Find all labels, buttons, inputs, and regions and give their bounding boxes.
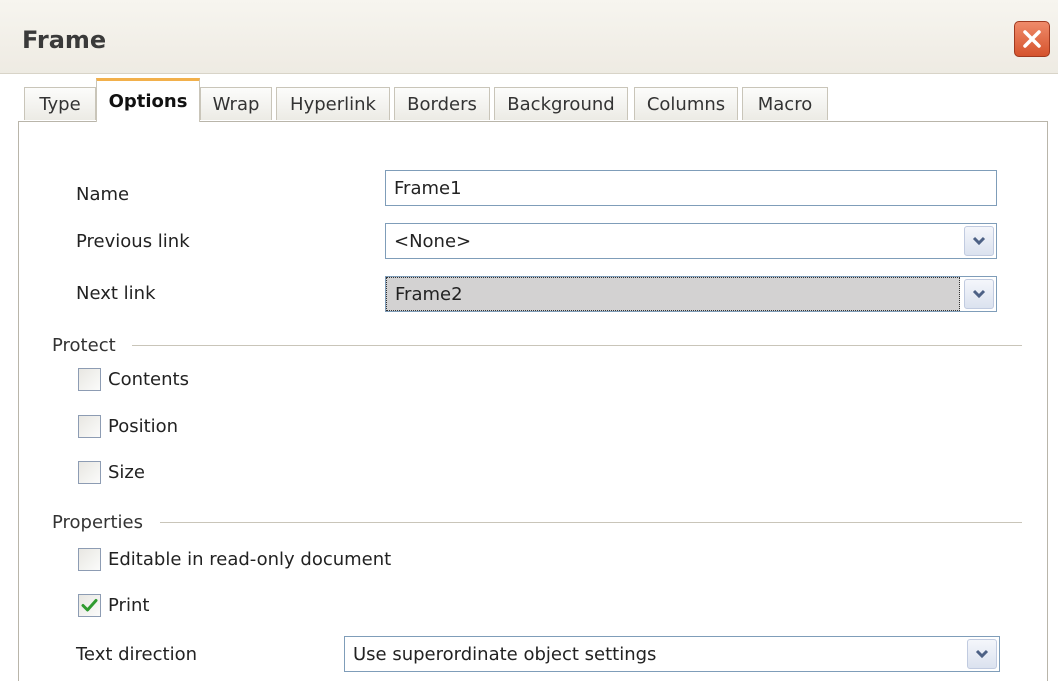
previous-link-value: <None> [394, 230, 472, 252]
tab-label: Hyperlink [290, 93, 376, 115]
tab-label: Columns [646, 93, 726, 115]
tab-wrap[interactable]: Wrap [200, 87, 272, 120]
chevron-down-icon [972, 289, 986, 299]
tab-columns[interactable]: Columns [634, 87, 738, 120]
text-direction-value: Use superordinate object settings [353, 643, 657, 665]
dropdown-button[interactable] [967, 639, 997, 669]
next-link-dropdown[interactable]: Frame2 [385, 276, 997, 312]
size-label: Size [108, 462, 145, 483]
previous-link-dropdown[interactable]: <None> [385, 223, 997, 259]
tab-borders[interactable]: Borders [394, 87, 490, 120]
size-checkbox[interactable] [78, 461, 101, 484]
position-checkbox-row[interactable]: Position [78, 415, 178, 438]
next-link-value: Frame2 [386, 277, 960, 311]
editable-checkbox-row[interactable]: Editable in read-only document [78, 548, 391, 571]
chevron-down-icon [975, 649, 989, 659]
editable-label: Editable in read-only document [108, 549, 392, 570]
properties-divider [160, 522, 1022, 523]
print-checkbox-row[interactable]: Print [78, 594, 149, 617]
size-checkbox-row[interactable]: Size [78, 461, 145, 484]
text-direction-dropdown[interactable]: Use superordinate object settings [344, 636, 1000, 672]
checkmark-icon [81, 599, 98, 612]
frame-dialog: Frame Type Options Wrap Hyperlink Border… [0, 0, 1058, 681]
dropdown-button[interactable] [964, 279, 994, 309]
text-direction-label: Text direction [76, 644, 198, 665]
position-checkbox[interactable] [78, 415, 101, 438]
dialog-title: Frame [22, 26, 107, 54]
print-checkbox[interactable] [78, 594, 101, 617]
dropdown-button[interactable] [964, 226, 994, 256]
position-label: Position [108, 416, 179, 437]
tab-type[interactable]: Type [24, 87, 96, 120]
tab-label: Borders [407, 93, 477, 115]
name-label: Name [76, 184, 130, 205]
tab-label: Background [507, 93, 615, 115]
tab-options[interactable]: Options [96, 78, 200, 122]
tab-label: Wrap [212, 93, 260, 115]
protect-divider [132, 345, 1022, 346]
next-link-label: Next link [76, 283, 156, 304]
tab-label: Type [39, 93, 81, 115]
protect-group-title: Protect [52, 335, 116, 356]
close-button[interactable] [1014, 21, 1050, 57]
close-icon [1023, 30, 1041, 48]
properties-group-title: Properties [52, 512, 143, 533]
chevron-down-icon [972, 236, 986, 246]
print-label: Print [108, 595, 150, 616]
tab-label: Options [108, 91, 188, 112]
tab-macro[interactable]: Macro [742, 87, 828, 120]
tab-background[interactable]: Background [494, 87, 628, 120]
contents-checkbox-row[interactable]: Contents [78, 368, 189, 391]
contents-checkbox[interactable] [78, 368, 101, 391]
tab-label: Macro [757, 93, 813, 115]
previous-link-label: Previous link [76, 231, 190, 252]
title-bar: Frame [0, 0, 1058, 74]
editable-checkbox[interactable] [78, 548, 101, 571]
tab-hyperlink[interactable]: Hyperlink [276, 87, 390, 120]
contents-label: Contents [108, 369, 189, 390]
name-field[interactable]: Frame1 [385, 170, 997, 206]
